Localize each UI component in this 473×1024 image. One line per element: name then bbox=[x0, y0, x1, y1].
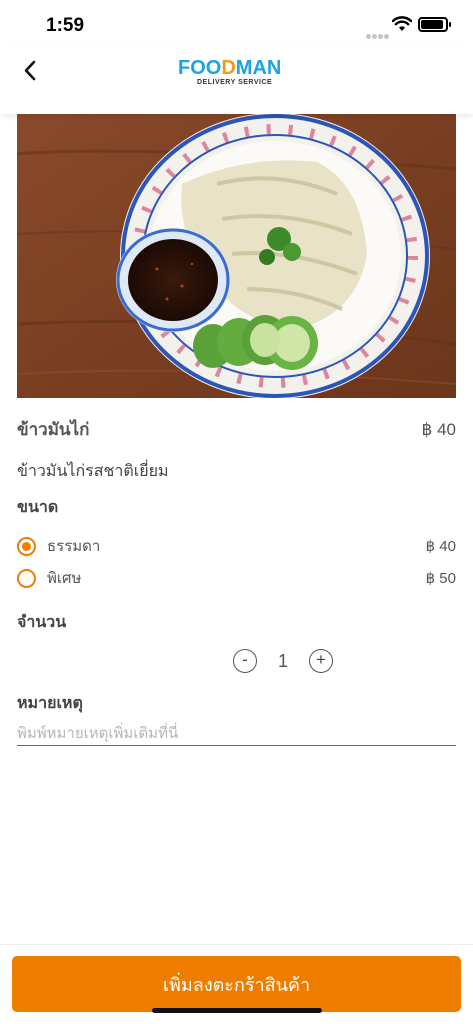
wifi-icon bbox=[392, 16, 412, 31]
size-option-regular[interactable]: ธรรมดา ฿ 40 bbox=[17, 534, 456, 558]
signal-icon bbox=[366, 26, 390, 44]
back-button[interactable] bbox=[16, 56, 46, 86]
increment-button[interactable]: + bbox=[308, 649, 333, 673]
status-time: 1:59 bbox=[46, 15, 85, 36]
size-option-price: ฿ 40 bbox=[425, 538, 456, 555]
quantity-value: 1 bbox=[277, 650, 288, 671]
item-header: ข้าวมันไก่ ฿ 40 bbox=[17, 416, 456, 443]
chevron-left-icon bbox=[24, 60, 36, 81]
quantity-section-title: จำนวน bbox=[17, 614, 67, 631]
home-indicator bbox=[152, 1008, 322, 1013]
add-to-cart-button[interactable]: เพิ่มลงตะกร้าสินค้า bbox=[12, 956, 461, 1012]
size-option-price: ฿ 50 bbox=[425, 570, 456, 587]
decrement-button[interactable]: - bbox=[233, 649, 257, 673]
item-description: ข้าวมันไก่รสชาติเยี่ยม bbox=[17, 463, 169, 480]
item-name: ข้าวมันไก่ bbox=[17, 420, 90, 439]
item-price: ฿ 40 bbox=[421, 419, 456, 439]
logo-subtitle: DELIVERY SERVICE bbox=[197, 79, 273, 86]
radio-selected[interactable] bbox=[17, 536, 36, 556]
size-option-label: ธรรมดา bbox=[47, 538, 101, 555]
quantity-stepper: - 1 + bbox=[233, 648, 333, 674]
size-option-special[interactable]: พิเศษ ฿ 50 bbox=[17, 566, 456, 590]
size-option-label: พิเศษ bbox=[47, 570, 82, 587]
food-image bbox=[17, 114, 456, 398]
radio-unselected[interactable] bbox=[17, 568, 36, 588]
app-header: FOODMAN DELIVERY SERVICE bbox=[0, 48, 473, 114]
foodman-logo: FOODMAN DELIVERY SERVICE bbox=[178, 57, 282, 90]
size-section-title: ขนาด bbox=[17, 499, 59, 516]
note-input[interactable] bbox=[17, 722, 456, 746]
logo-word: FOODMAN bbox=[178, 57, 282, 79]
bottom-divider bbox=[0, 944, 473, 945]
battery-icon bbox=[418, 17, 451, 32]
status-bar: 1:59 bbox=[0, 0, 473, 48]
note-section-title: หมายเหตุ bbox=[17, 695, 83, 712]
